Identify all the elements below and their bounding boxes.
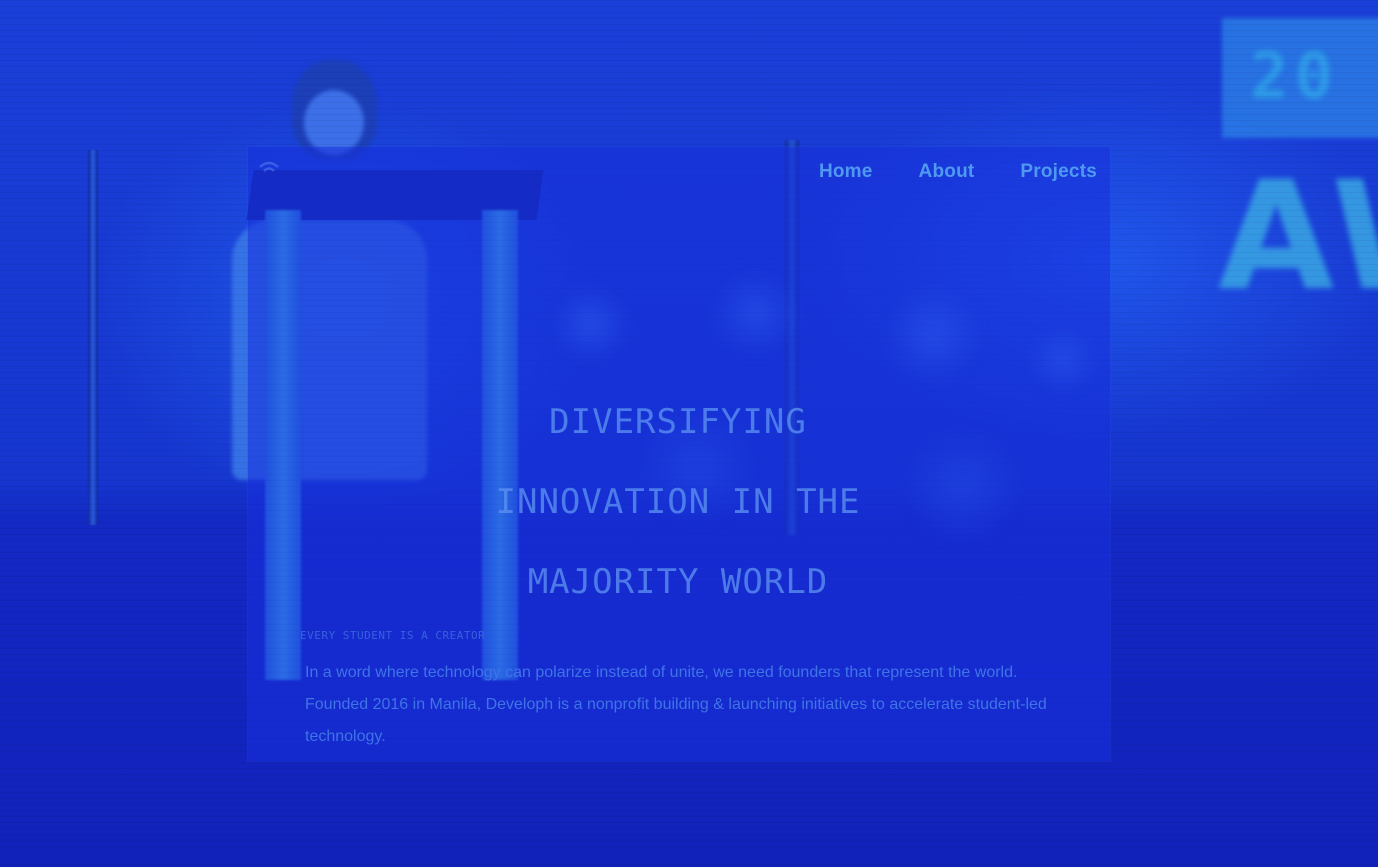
main-navigation: Home About Projects <box>819 161 1097 183</box>
hero-panel: Home About Projects DIVERSIFYING INNOVAT… <box>248 147 1110 761</box>
hero-headline-line: INNOVATION IN THE <box>495 482 861 522</box>
nav-link-about[interactable]: About <box>919 161 975 183</box>
hero-headline: DIVERSIFYING INNOVATION IN THE MAJORITY … <box>458 362 898 642</box>
hero-background: 20 AW Home About Projects DIVERSIFYING I… <box>0 0 1378 867</box>
nav-link-projects[interactable]: Projects <box>1020 161 1097 183</box>
hero-headline-line: DIVERSIFYING <box>549 402 807 442</box>
hero-tagline: EVERY STUDENT IS A CREATOR <box>300 629 486 642</box>
background-screen-glyphs: 20 <box>1250 40 1340 114</box>
mic-stand <box>88 150 98 525</box>
hero-description: In a word where technology can polarize … <box>305 664 1047 745</box>
wifi-wave-icon[interactable] <box>256 157 282 183</box>
hero-headline-line: MAJORITY WORLD <box>527 562 829 602</box>
nav-link-home[interactable]: Home <box>819 161 873 183</box>
background-screen-letters: AW <box>1218 150 1378 324</box>
